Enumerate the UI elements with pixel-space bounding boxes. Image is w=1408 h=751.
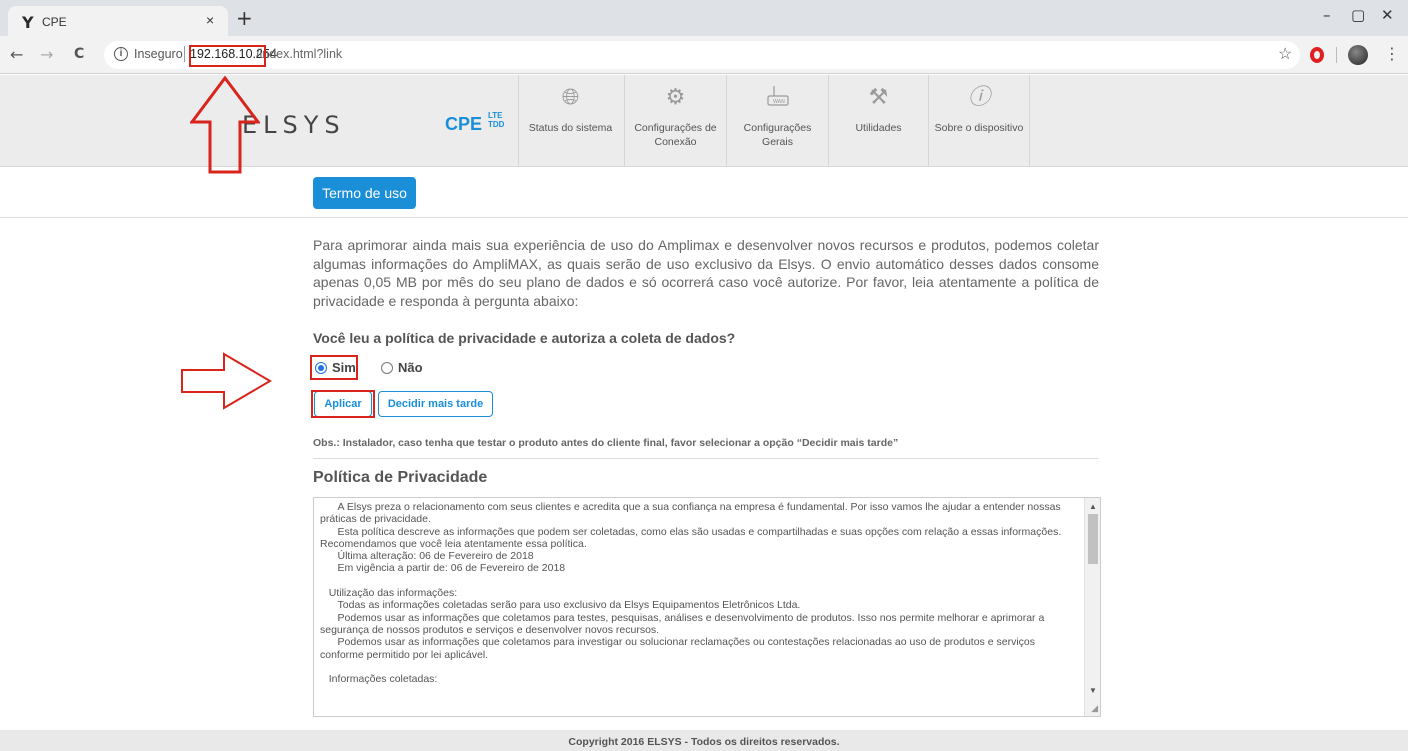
- tab-favicon-icon: Y: [22, 13, 34, 32]
- consent-question: Você leu a política de privacidade e aut…: [313, 330, 736, 346]
- maximize-button[interactable]: ▢: [1351, 6, 1365, 24]
- new-tab-button[interactable]: +: [236, 6, 253, 30]
- svg-text:WAN: WAN: [773, 99, 785, 105]
- scroll-up-icon[interactable]: ▲: [1089, 502, 1097, 511]
- security-label[interactable]: Inseguro: [134, 47, 183, 61]
- policy-scrollbar[interactable]: ▲ ▼: [1084, 498, 1100, 716]
- browser-tab-bar: Y CPE × + – ▢ ✕: [0, 0, 1408, 36]
- nav-sobre-o-dispositivo[interactable]: ⓘ Sobre o dispositivo: [928, 75, 1030, 167]
- cpe-logo-lte: LTE: [488, 111, 503, 120]
- nav-status-do-sistema[interactable]: 🌐︎ Status do sistema: [518, 75, 622, 167]
- nav-label: Utilidades: [855, 122, 902, 134]
- browser-menu-icon[interactable]: ⋮: [1384, 44, 1400, 63]
- annotation-arrow-right: [181, 352, 272, 410]
- radio-nao-label[interactable]: Não: [398, 360, 423, 375]
- installer-note: Obs.: Instalador, caso tenha que testar …: [313, 437, 899, 449]
- resize-handle-icon[interactable]: ◢: [1091, 703, 1098, 714]
- termo-de-uso-button[interactable]: Termo de uso: [313, 177, 416, 209]
- url-highlight-box: [189, 45, 266, 67]
- gear-icon: ⚙︎: [665, 85, 686, 110]
- scroll-down-icon[interactable]: ▼: [1089, 686, 1097, 695]
- radio-nao[interactable]: [381, 362, 393, 374]
- bookmark-star-icon[interactable]: ☆: [1278, 44, 1292, 64]
- policy-title: Política de Privacidade: [313, 469, 488, 486]
- cpe-logo: CPE: [445, 114, 483, 134]
- nav-label: Sobre o dispositivo: [934, 122, 1024, 134]
- router-icon: WAN: [727, 83, 828, 113]
- globe-icon: 🌐︎: [561, 85, 580, 110]
- policy-textarea[interactable]: A Elsys preza o relacionamento com seus …: [313, 497, 1101, 717]
- nav-label: Configurações de Conexão: [634, 122, 717, 148]
- url-path[interactable]: /index.html?link: [256, 47, 342, 61]
- nav-label: Status do sistema: [528, 122, 613, 134]
- aplicar-highlight-box: [311, 390, 375, 418]
- tab-close-icon[interactable]: ×: [206, 12, 214, 28]
- footer-copyright: Copyright 2016 ELSYS - Todos os direitos…: [0, 730, 1408, 751]
- nav-label: Configurações Gerais: [743, 122, 812, 148]
- cpe-logo-tdd: TDD: [488, 120, 505, 129]
- policy-text: A Elsys preza o relacionamento com seus …: [320, 501, 1062, 686]
- intro-paragraph: Para aprimorar ainda mais sua experiênci…: [313, 237, 1099, 309]
- sim-highlight-box: [310, 355, 358, 380]
- annotation-arrow-up: [190, 76, 260, 174]
- nav-configuracoes-de-conexao[interactable]: ⚙︎ Configurações de Conexão: [624, 75, 726, 167]
- toolbar-separator: [1336, 47, 1337, 63]
- nav-utilidades[interactable]: ⚒︎ Utilidades: [828, 75, 928, 167]
- back-arrow-icon[interactable]: ←: [10, 45, 23, 64]
- divider: [0, 217, 1408, 218]
- address-separator: [184, 46, 185, 62]
- decidir-mais-tarde-button[interactable]: Decidir mais tarde: [378, 391, 493, 417]
- close-window-button[interactable]: ✕: [1381, 6, 1394, 24]
- info-icon: ⓘ: [967, 85, 990, 110]
- info-icon[interactable]: i: [114, 47, 128, 61]
- address-bar[interactable]: i Inseguro 192.168.10.254 /index.html?li…: [104, 41, 1300, 69]
- profile-avatar[interactable]: [1348, 45, 1368, 65]
- scroll-thumb[interactable]: [1088, 514, 1098, 564]
- minimize-button[interactable]: –: [1323, 6, 1331, 24]
- tab-title: CPE: [42, 15, 67, 29]
- forward-arrow-icon[interactable]: →: [40, 45, 53, 64]
- browser-tab[interactable]: Y CPE ×: [8, 6, 228, 36]
- opera-extension-icon[interactable]: [1310, 47, 1324, 63]
- nav-configuracoes-gerais[interactable]: WAN Configurações Gerais: [726, 75, 828, 167]
- cpe-logo-sub: LTE TDD: [488, 111, 504, 129]
- reload-icon[interactable]: C: [74, 46, 84, 62]
- tools-icon: ⚒︎: [868, 85, 889, 110]
- divider: [313, 458, 1099, 459]
